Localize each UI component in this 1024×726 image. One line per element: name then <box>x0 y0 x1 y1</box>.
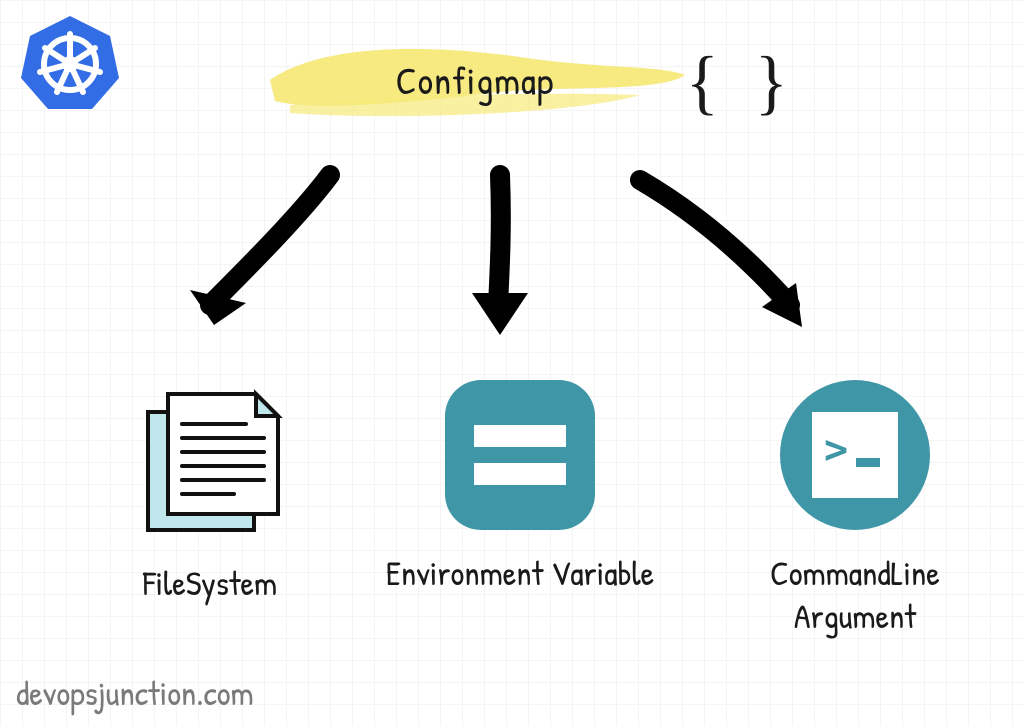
item-envvar-label: Environment Variable <box>360 552 680 595</box>
item-commandline-label: CommandLine Argument <box>710 552 1000 637</box>
arrow-to-filesystem-icon <box>170 155 370 355</box>
terminal-circle-icon: > <box>710 380 1000 530</box>
filesystem-icon <box>80 380 340 540</box>
item-filesystem: FileSystem <box>80 380 340 605</box>
kubernetes-logo-icon <box>20 12 120 112</box>
item-envvar: Environment Variable <box>360 380 680 595</box>
arrow-to-envvar-icon <box>420 155 580 355</box>
equals-square-icon <box>360 380 680 530</box>
diagram-title: Configmap <box>396 54 554 106</box>
footer-credit: devopsjunction.com <box>16 670 254 716</box>
arrow-to-commandline-icon <box>610 155 830 355</box>
braces-icon: { } <box>686 41 797 124</box>
item-commandline: > CommandLine Argument <box>710 380 1000 637</box>
title-block: Configmap { } <box>260 35 690 125</box>
item-filesystem-label: FileSystem <box>80 562 340 605</box>
